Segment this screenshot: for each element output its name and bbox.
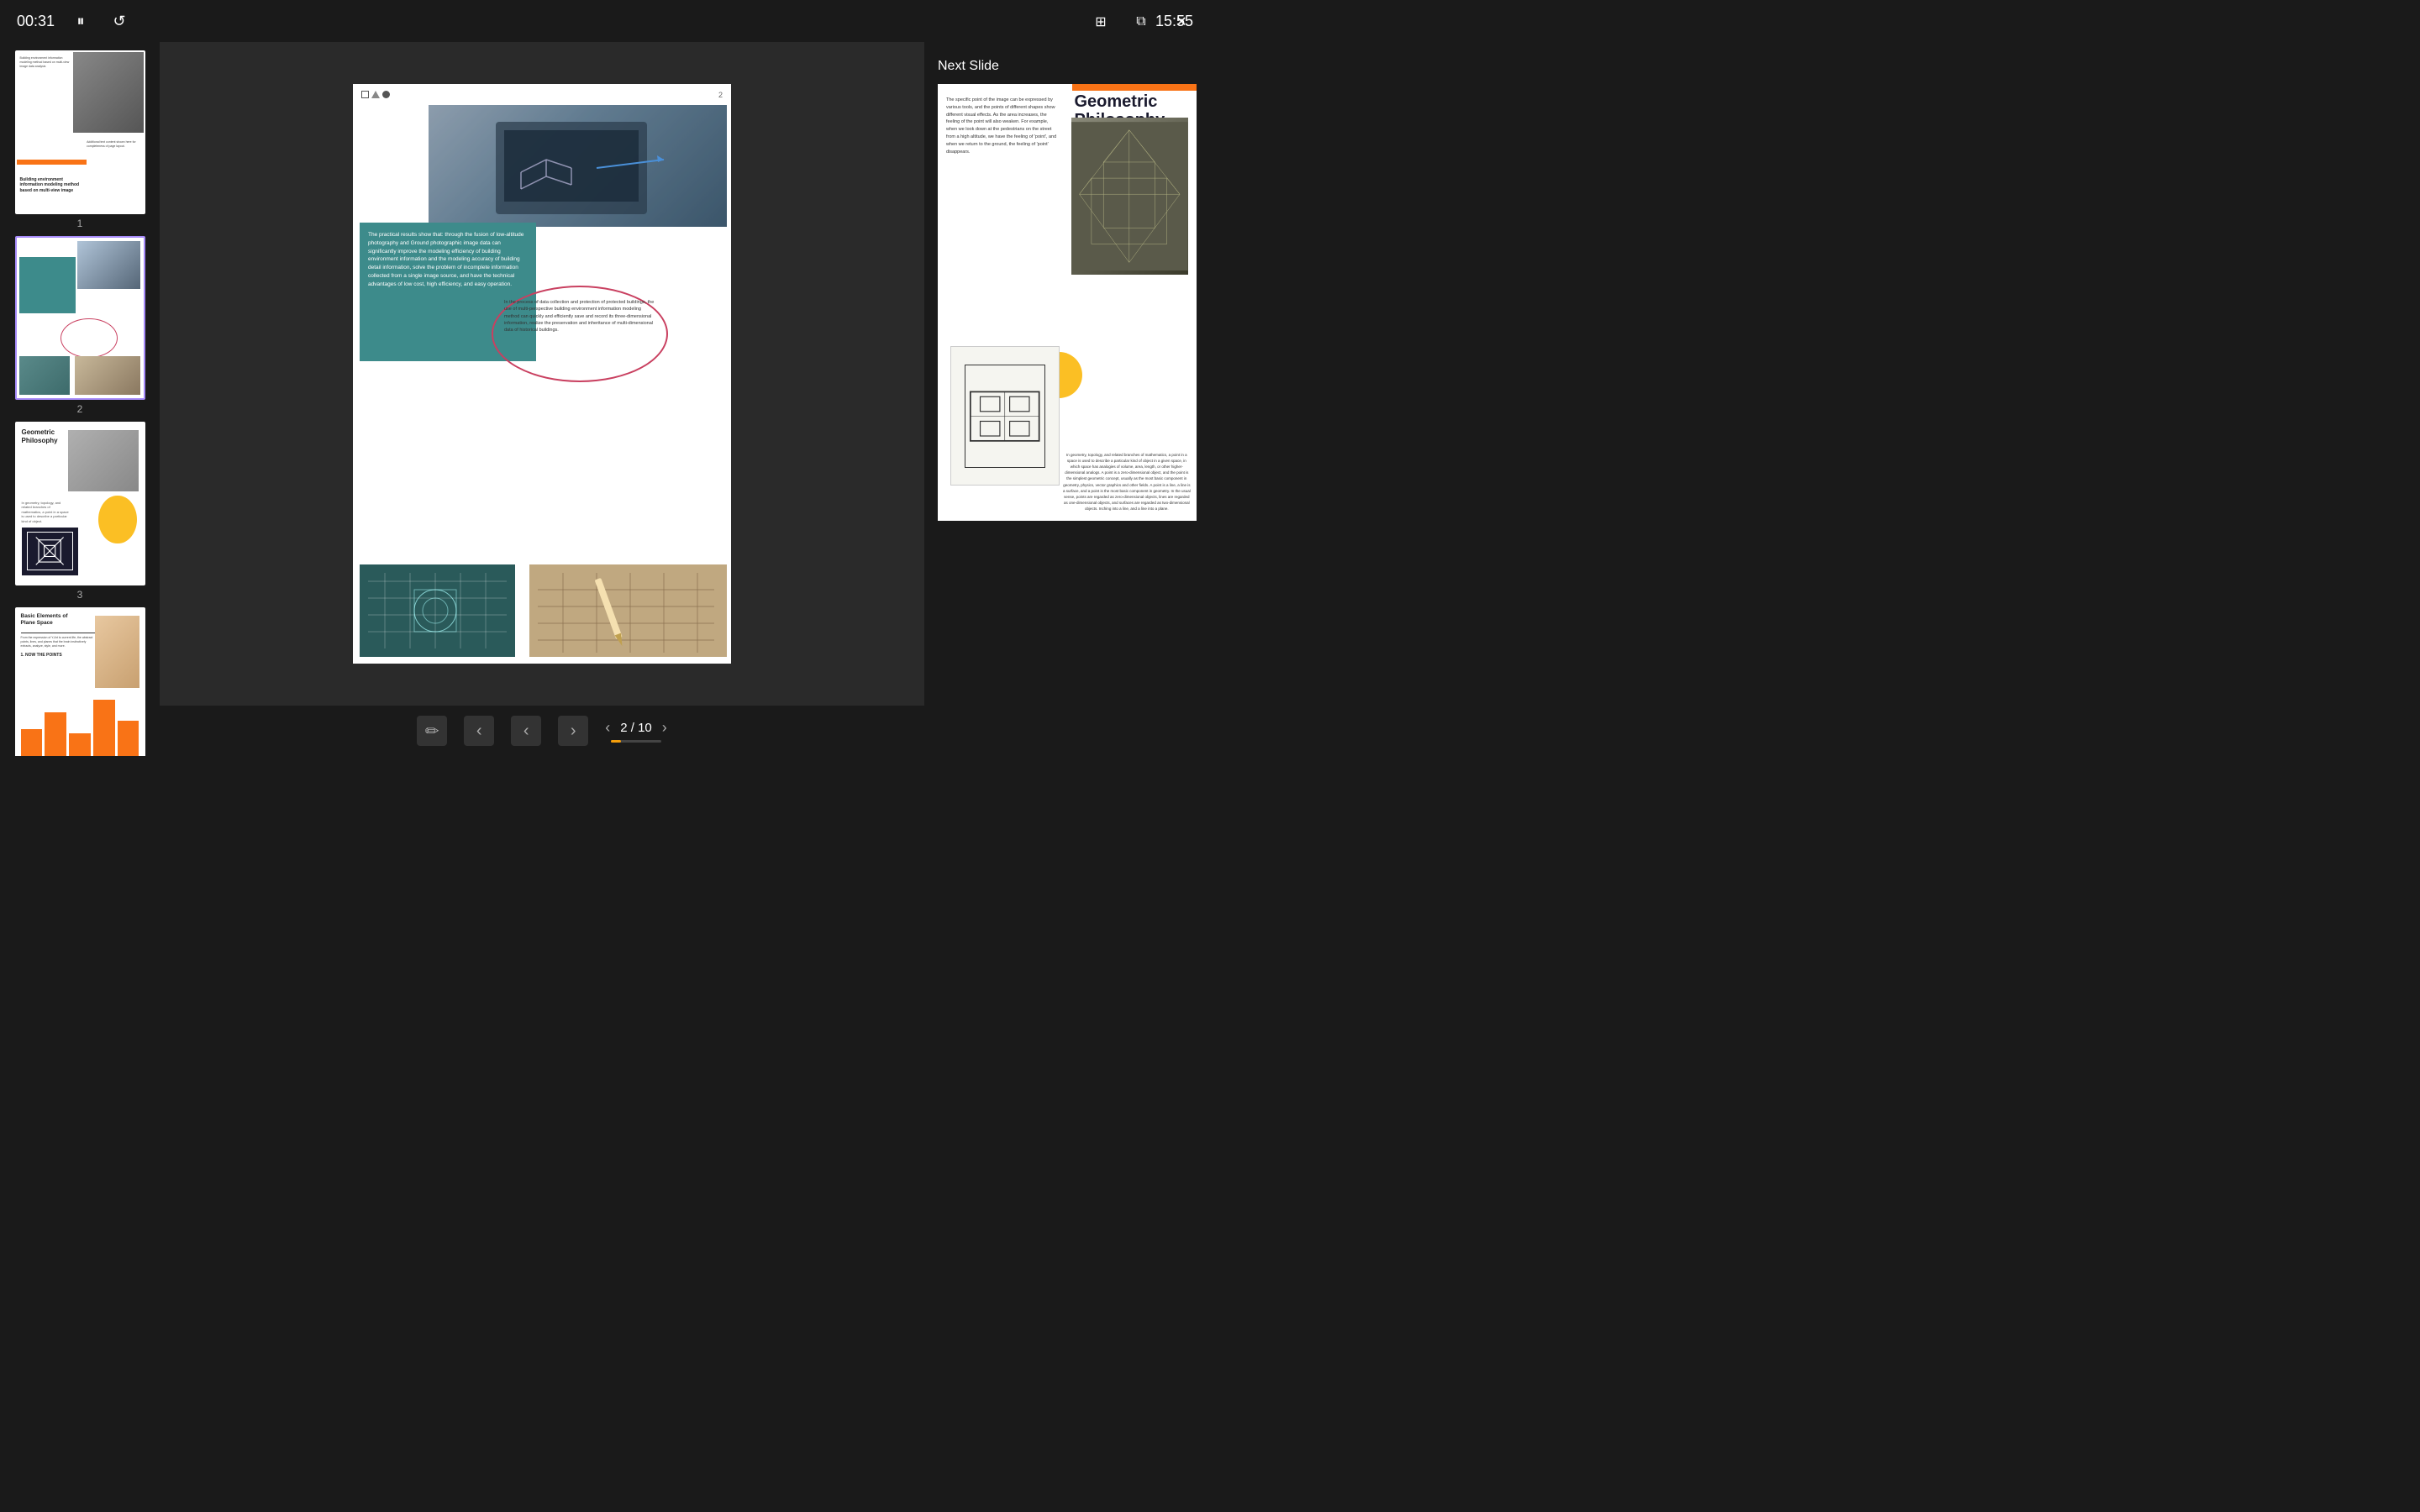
ns-bottom-box: [950, 346, 1059, 486]
thumb-num-3: 3: [77, 589, 83, 601]
layout-button[interactable]: ⧉: [1129, 10, 1153, 34]
prev-page-button[interactable]: ‹: [605, 719, 610, 737]
thumb-num-1: 1: [77, 218, 83, 229]
next-slide-preview: Geometric Philosophy: [938, 84, 1197, 521]
ns-wireframe-photo: [1071, 118, 1188, 275]
pause-button[interactable]: ⏸: [68, 8, 93, 34]
slide-top-photo: [429, 105, 727, 227]
slide-bottom-left-photo: [360, 564, 515, 657]
triangle-icon: [371, 91, 380, 98]
progress-bar: [611, 740, 661, 743]
slide-page-number: 2: [718, 91, 723, 99]
header-icons: [361, 91, 390, 98]
edit-button[interactable]: ✏: [417, 716, 447, 746]
playback-controls: 00:31 ⏸ ↺: [17, 8, 132, 34]
close-button[interactable]: ✕: [1170, 10, 1193, 34]
thumb-img-3: GeometricPhilosophy In geometry, topolog…: [15, 422, 145, 585]
ns-right-text: In geometry, topology, and related branc…: [1062, 452, 1192, 512]
thumb-img-1: Building environment information modelin…: [15, 50, 145, 214]
slide-bottom-right-photo: [529, 564, 727, 657]
thumb-img-2: [15, 236, 145, 400]
slide-header: [361, 91, 390, 98]
thumbnail-4[interactable]: Basic Elements ofPlane Space From the ex…: [8, 607, 151, 756]
next-page-button[interactable]: ›: [662, 719, 667, 737]
next-slide-label: Next Slide: [938, 59, 1197, 74]
oval-annotation-text: In the process of data collection and pr…: [497, 292, 662, 340]
thumbnail-1[interactable]: Building environment information modelin…: [8, 50, 151, 229]
refresh-button[interactable]: ↺: [107, 8, 132, 34]
main-slide-area: 2: [160, 42, 924, 706]
thumb-num-2: 2: [77, 403, 83, 415]
page-info: 2 / 10: [620, 721, 652, 735]
thumbnails-panel: Building environment information modelin…: [0, 42, 160, 756]
nav-forward[interactable]: ›: [558, 716, 588, 746]
ns-left-text: The specific point of the image can be e…: [946, 97, 1060, 155]
thumb-img-4: Basic Elements ofPlane Space From the ex…: [15, 607, 145, 756]
right-panel: Next Slide Geometric Philosophy: [924, 42, 1210, 756]
current-slide: 2: [353, 84, 731, 664]
nav-prev-small[interactable]: ‹: [464, 716, 494, 746]
teal-box-text: The practical results show that: through…: [368, 231, 528, 288]
ns-orange-bar: [1072, 84, 1197, 91]
thumbnail-2[interactable]: 2: [8, 236, 151, 415]
current-page: 2: [620, 721, 627, 735]
total-pages: 10: [638, 721, 652, 735]
window-controls: ⊞ ⧉ ✕: [1089, 10, 1193, 34]
top-bar: 00:31 ⏸ ↺ 15:55: [0, 0, 1210, 42]
square-icon: [361, 91, 369, 98]
grid-view-button[interactable]: ⊞: [1089, 10, 1113, 34]
elapsed-timer: 00:31: [17, 13, 55, 30]
progress-fill: [611, 740, 621, 743]
navigation-bar: ✏ ‹ ‹ › ‹ 2 / 10 ›: [160, 706, 924, 756]
circle-icon: [382, 91, 390, 98]
nav-back[interactable]: ‹: [511, 716, 541, 746]
thumbnail-3[interactable]: GeometricPhilosophy In geometry, topolog…: [8, 422, 151, 601]
